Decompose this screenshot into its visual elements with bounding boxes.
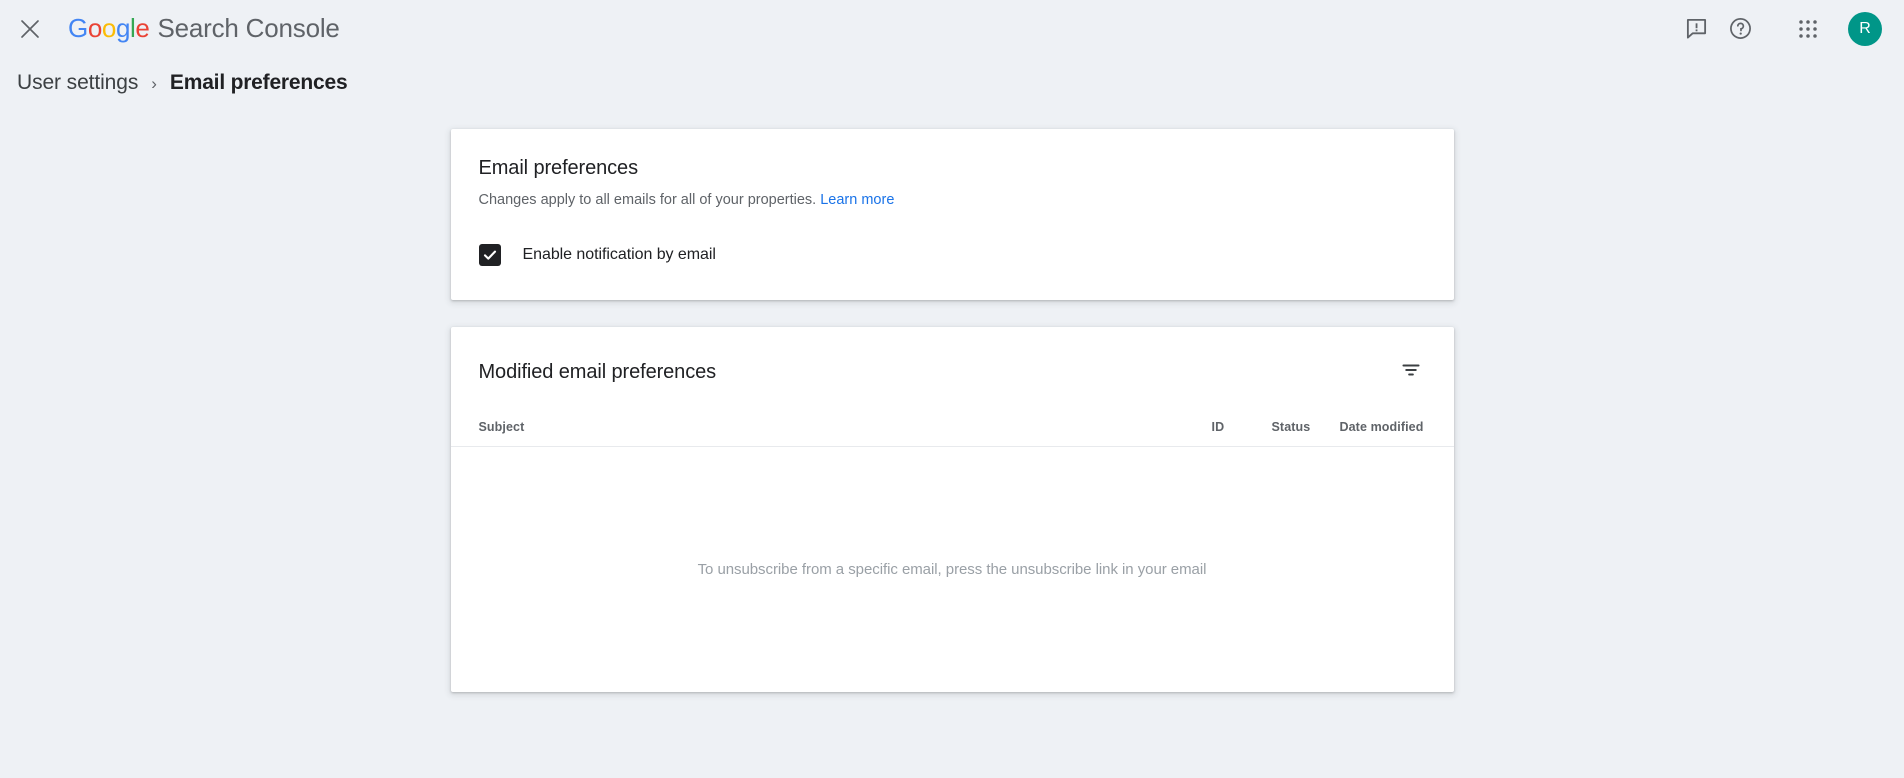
filter-icon — [1400, 359, 1422, 381]
column-header-date-modified[interactable]: Date modified — [1340, 420, 1426, 446]
enable-notification-checkbox[interactable] — [479, 244, 501, 266]
page-title: Email preferences — [479, 157, 1426, 180]
column-header-status[interactable]: Status — [1272, 420, 1340, 446]
google-letter-g2: g — [116, 13, 130, 43]
modified-email-preferences-card: Modified email preferences Subject ID St… — [451, 327, 1454, 692]
table-empty-state: To unsubscribe from a specific email, pr… — [451, 447, 1454, 692]
column-header-subject[interactable]: Subject — [479, 420, 1212, 446]
table-header: Modified email preferences — [451, 327, 1454, 391]
google-wordmark: Google — [68, 13, 149, 44]
empty-state-message: To unsubscribe from a specific email, pr… — [698, 561, 1207, 578]
checkmark-icon — [482, 247, 498, 263]
breadcrumb-item-user-settings[interactable]: User settings — [17, 71, 138, 95]
feedback-button[interactable] — [1674, 7, 1718, 51]
enable-notification-row[interactable]: Enable notification by email — [479, 244, 1426, 266]
feedback-icon — [1685, 17, 1708, 40]
main-content: Email preferences Changes apply to all e… — [0, 109, 1904, 692]
google-letter-o2: o — [102, 13, 116, 43]
brand-logo[interactable]: Google Search Console — [68, 13, 340, 44]
learn-more-link[interactable]: Learn more — [820, 192, 894, 208]
help-button[interactable] — [1718, 7, 1762, 51]
chevron-right-icon: › — [151, 75, 157, 92]
avatar[interactable]: R — [1848, 12, 1882, 46]
topbar-actions: R — [1674, 7, 1882, 51]
table-title: Modified email preferences — [479, 361, 717, 384]
close-icon — [20, 19, 40, 39]
top-app-bar: Google Search Console — [0, 0, 1904, 57]
breadcrumb-item-email-preferences: Email preferences — [170, 71, 348, 95]
apps-grid-icon — [1798, 19, 1818, 39]
email-preferences-card: Email preferences Changes apply to all e… — [451, 129, 1454, 300]
help-icon — [1729, 17, 1752, 40]
google-letter-e: e — [135, 13, 149, 43]
filter-button[interactable] — [1390, 349, 1432, 391]
breadcrumb: User settings › Email preferences — [0, 57, 1904, 109]
avatar-initial: R — [1859, 20, 1871, 38]
google-apps-button[interactable] — [1786, 7, 1830, 51]
card-description: Changes apply to all emails for all of y… — [479, 190, 1426, 210]
enable-notification-label[interactable]: Enable notification by email — [523, 246, 716, 264]
close-button[interactable] — [10, 9, 50, 49]
table-column-headers: Subject ID Status Date modified — [451, 391, 1454, 447]
google-letter-g1: G — [68, 13, 88, 43]
card-description-text: Changes apply to all emails for all of y… — [479, 192, 817, 208]
google-letter-o1: o — [88, 13, 102, 43]
product-name: Search Console — [157, 13, 339, 44]
column-header-id[interactable]: ID — [1212, 420, 1272, 446]
